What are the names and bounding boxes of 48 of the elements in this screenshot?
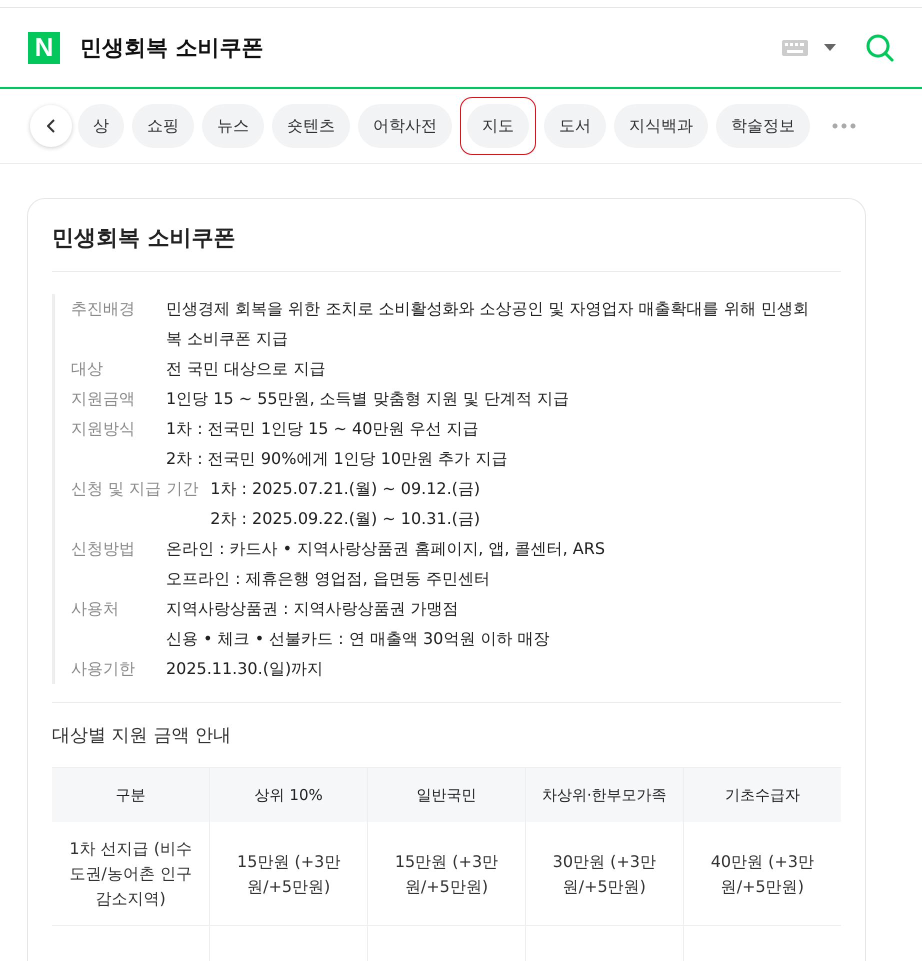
category-tab[interactable]: 쇼핑 [132,104,194,148]
info-value: 1차 : 전국민 1인당 15 ~ 40만원 우선 지급 [166,418,480,440]
column-header: 일반국민 [368,768,526,822]
table-cell: 15만원 (+3만원/+5만원) [368,822,526,926]
info-label: 지원방식 [71,418,136,440]
keyboard-icon[interactable] [782,40,808,56]
category-tab[interactable]: 지도 [460,97,536,155]
category-tab[interactable]: 상 [78,104,124,148]
info-value: 신용 • 체크 • 선불카드 : 연 매출액 30억원 이하 매장 [166,628,550,650]
section-title: 대상별 지원 금액 안내 [52,702,841,747]
category-tab[interactable]: 학술정보 [716,104,810,148]
column-header: 기초수급자 [683,768,841,822]
info-value: 온라인 : 카드사 • 지역사랑상품권 홈페이지, 앱, 콜센터, ARS [166,538,605,560]
table-cell: 30만원 (+3만원/+5만원) [525,822,684,926]
card-title: 민생회복 소비쿠폰 [52,223,841,272]
table-cell: 15만원 (+3만원/+5만원) [210,822,368,926]
more-icon[interactable] [832,123,856,129]
search-icon[interactable] [866,34,894,62]
table-cell: 40만원 (+3만원/+5만원) [683,822,841,926]
info-label: 사용기한 [71,658,136,680]
info-value: 민생경제 회복을 위한 조치로 소비활성화와 소상공인 및 자영업자 매출확대를 위해 민생회복 소비쿠폰 지급 [166,298,810,350]
info-label: 지원금액 [71,388,136,410]
category-tab[interactable]: 도서 [544,104,606,148]
column-header: 상위 10% [210,768,368,822]
caret-icon[interactable] [824,44,836,51]
category-tab[interactable]: 뉴스 [202,104,264,148]
info-value: 1차 : 2025.07.21.(월) ~ 09.12.(금) [210,478,480,500]
info-value: 지역사랑상품권 : 지역사랑상품권 가맹점 [166,598,460,620]
info-label: 사용처 [71,598,120,620]
back-button[interactable] [30,105,72,147]
info-value: 2차 : 전국민 90%에게 1인당 10만원 추가 지급 [166,448,508,470]
table-cell: 1차 선지급 (비수도권/농어촌 인구감소지역) [52,822,210,926]
info-value: 2차 : 2025.09.22.(월) ~ 10.31.(금) [210,508,480,530]
category-tab[interactable]: 숏텐츠 [272,104,350,148]
info-label: 신청 및 지급 기간 [71,478,198,500]
chevron-left-icon [47,119,55,133]
info-value: 2025.11.30.(일)까지 [166,658,324,680]
category-tab[interactable]: 지식백과 [614,104,708,148]
info-label: 대상 [71,358,104,380]
search-query[interactable]: 민생회복 소비쿠폰 [80,32,762,62]
column-header: 차상위·한부모가족 [525,768,684,822]
category-tab[interactable]: 어학사전 [358,104,452,148]
info-value: 오프라인 : 제휴은행 영업점, 읍면동 주민센터 [166,568,491,590]
column-header: 구분 [52,768,210,822]
info-label: 추진배경 [71,298,136,320]
info-value: 1인당 15 ~ 55만원, 소득별 맞춤형 지원 및 단계적 지급 [166,388,570,410]
info-value: 전 국민 대상으로 지급 [166,358,326,380]
info-label: 신청방법 [71,538,136,560]
